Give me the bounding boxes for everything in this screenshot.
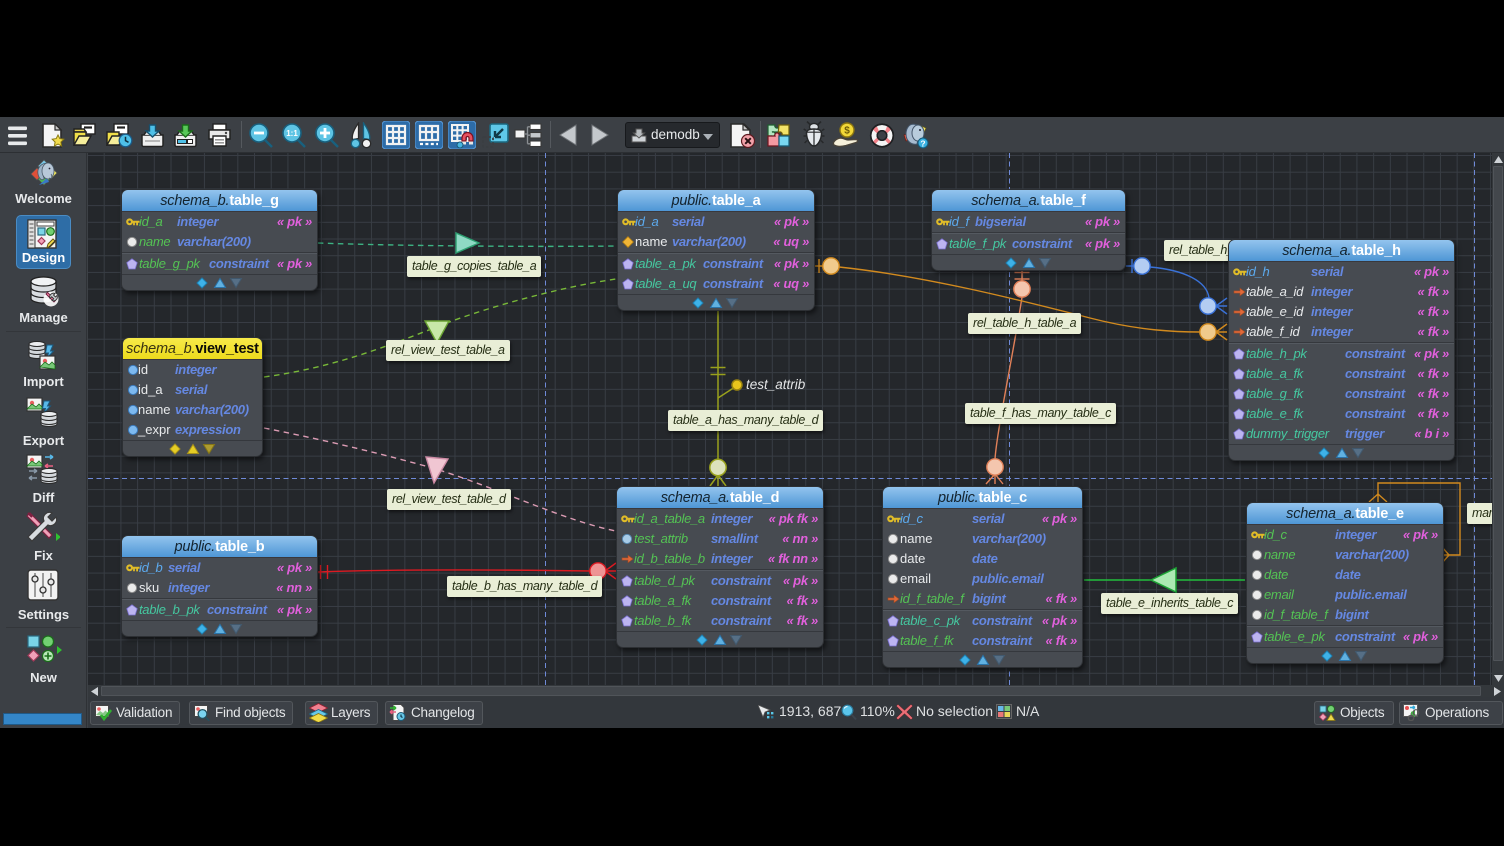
svg-text:?: ?: [920, 138, 925, 148]
svg-text:1:1: 1:1: [286, 129, 298, 138]
svg-text:$: $: [844, 125, 850, 136]
